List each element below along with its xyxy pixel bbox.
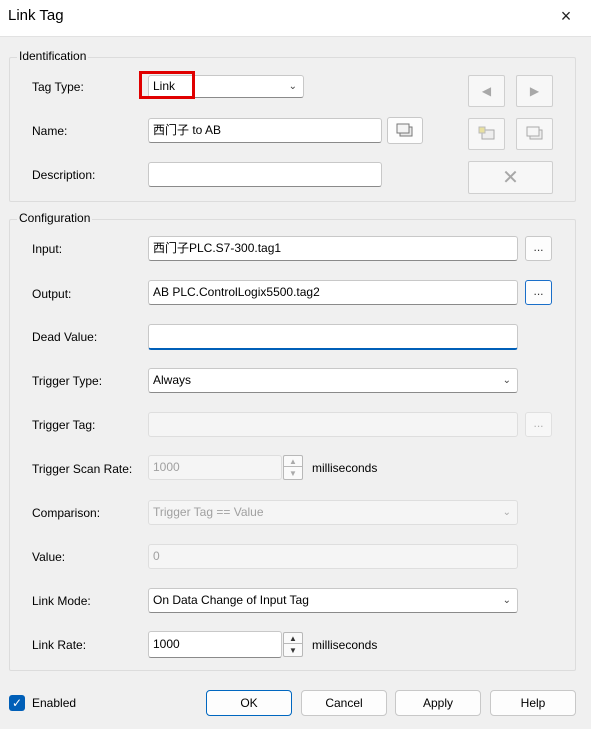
next-button[interactable]: ▶ [516, 75, 553, 107]
trigger-scan-rate-unit: milliseconds [312, 461, 378, 475]
apply-button[interactable]: Apply [395, 690, 481, 716]
trigger-scan-rate-stepper[interactable]: ▲ ▼ [283, 455, 303, 480]
output-label: Output: [32, 287, 72, 301]
trigger-scan-rate-field[interactable]: 1000 [148, 455, 282, 480]
new-tag-icon [478, 126, 494, 140]
tag-type-select[interactable]: Link ⌄ [148, 75, 304, 98]
value-field[interactable]: 0 [148, 544, 518, 569]
trigger-type-label: Trigger Type: [32, 374, 103, 388]
comparison-select[interactable]: Trigger Tag == Value ⌄ [148, 500, 518, 525]
trigger-scan-rate-label: Trigger Scan Rate: [32, 462, 133, 476]
comparison-label: Comparison: [32, 506, 101, 520]
input-field[interactable]: 西门子PLC.S7-300.tag1 [148, 236, 518, 261]
trigger-type-select[interactable]: Always ⌄ [148, 368, 518, 393]
help-button[interactable]: Help [490, 690, 576, 716]
link-rate-field[interactable]: 1000 [148, 631, 282, 658]
arrow-right-icon: ▶ [529, 84, 540, 98]
enabled-label: Enabled [32, 696, 77, 710]
chevron-down-icon: ⌄ [502, 595, 511, 606]
identification-group-title: Identification [17, 49, 89, 63]
title-bar: Link Tag × [0, 0, 591, 34]
output-browse-button[interactable]: ... [525, 280, 552, 305]
ok-button[interactable]: OK [206, 690, 292, 716]
link-rate-label: Link Rate: [32, 638, 87, 652]
spin-down-icon[interactable]: ▼ [284, 645, 302, 656]
arrow-left-icon: ◀ [481, 84, 492, 98]
spin-down-icon[interactable]: ▼ [284, 468, 302, 479]
name-field[interactable]: 西门子 to AB [148, 118, 382, 143]
output-field[interactable]: AB PLC.ControlLogix5500.tag2 [148, 280, 518, 305]
copy-tag-icon [526, 126, 542, 140]
comparison-value: Trigger Tag == Value [153, 505, 264, 519]
dead-value-field[interactable] [148, 324, 518, 350]
value-label: Value: [32, 550, 66, 564]
chevron-down-icon: ⌄ [502, 375, 511, 386]
tag-browse-button[interactable] [387, 117, 423, 144]
close-icon[interactable]: × [555, 5, 577, 27]
previous-button[interactable]: ◀ [468, 75, 505, 107]
description-field[interactable] [148, 162, 382, 187]
input-browse-button[interactable]: ... [525, 236, 552, 261]
trigger-tag-field[interactable] [148, 412, 518, 437]
input-label: Input: [32, 242, 63, 256]
trigger-tag-label: Trigger Tag: [32, 418, 96, 432]
checkmark-icon: ✓ [11, 696, 23, 710]
trigger-tag-browse-button[interactable]: ... [525, 412, 552, 437]
description-label: Description: [32, 168, 96, 182]
spin-up-icon[interactable]: ▲ [284, 633, 302, 644]
link-rate-unit: milliseconds [312, 638, 378, 652]
configuration-group-title: Configuration [17, 211, 93, 225]
link-mode-value: On Data Change of Input Tag [153, 593, 309, 607]
copy-tag-button[interactable] [516, 118, 553, 150]
enabled-checkbox[interactable]: ✓ [9, 695, 25, 711]
window-title: Link Tag [8, 7, 64, 24]
link-mode-select[interactable]: On Data Change of Input Tag ⌄ [148, 588, 518, 613]
chevron-down-icon: ⌄ [288, 81, 297, 92]
trigger-type-value: Always [153, 373, 192, 387]
dead-value-label: Dead Value: [32, 330, 98, 344]
tag-type-label: Tag Type: [32, 80, 84, 94]
link-rate-stepper[interactable]: ▲ ▼ [283, 632, 303, 657]
link-mode-label: Link Mode: [32, 594, 91, 608]
chevron-down-icon: ⌄ [502, 507, 511, 518]
tag-type-value: Link [153, 79, 176, 93]
tag-browse-icon [396, 123, 413, 137]
name-label: Name: [32, 124, 68, 138]
spin-up-icon[interactable]: ▲ [284, 456, 302, 467]
new-tag-button[interactable] [468, 118, 505, 150]
delete-x-icon: ✕ [502, 167, 519, 189]
cancel-button[interactable]: Cancel [301, 690, 387, 716]
delete-button[interactable]: ✕ [468, 161, 553, 194]
